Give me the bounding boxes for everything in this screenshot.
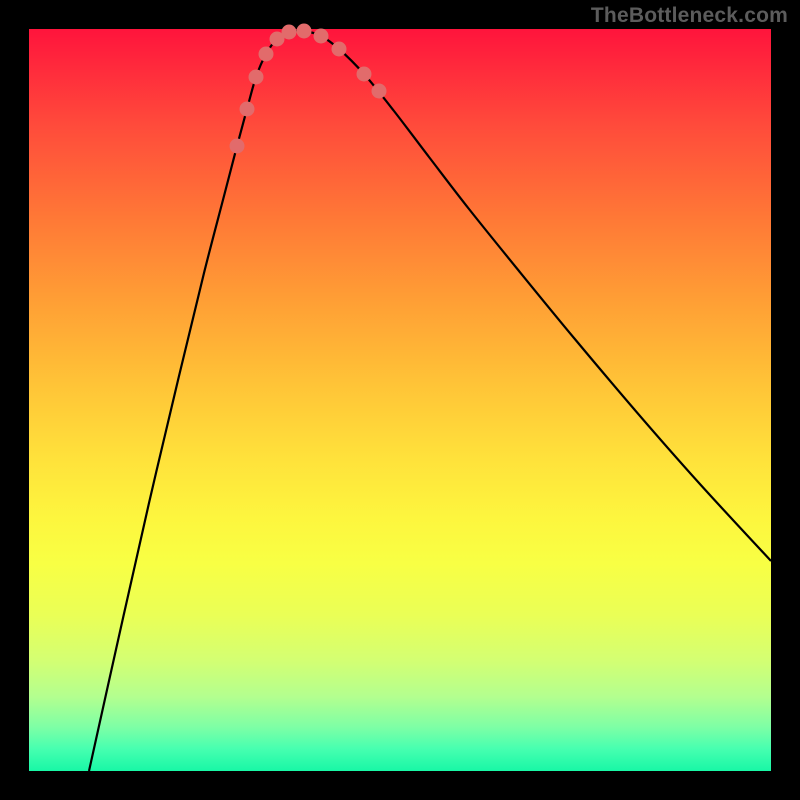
data-marker [249,70,264,85]
data-marker [259,47,274,62]
watermark-text: TheBottleneck.com [591,4,788,28]
data-marker [372,84,387,99]
data-marker [230,139,245,154]
data-marker [282,25,297,40]
chart-area [29,29,771,771]
data-marker [332,42,347,57]
bottleneck-curve [29,29,771,771]
data-marker [314,29,329,44]
data-marker [240,102,255,117]
data-marker [357,67,372,82]
data-marker [297,24,312,39]
